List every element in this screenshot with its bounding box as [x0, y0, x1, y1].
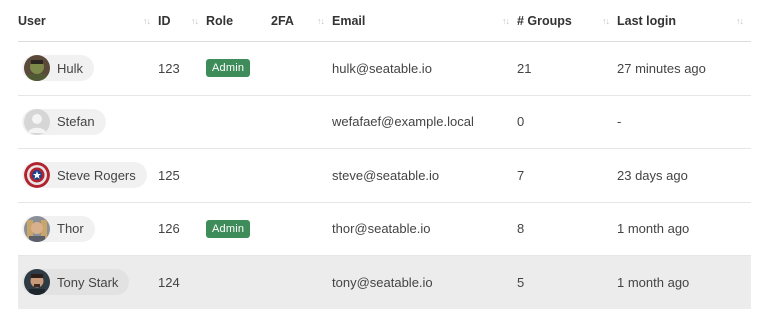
table-header: User ↑↓ ID ↑↓ Role 2FA ↑↓ Email ↑↓ # Gro… — [18, 0, 751, 42]
user-cell: Stefan — [18, 96, 158, 149]
user-name: Thor — [57, 221, 84, 237]
email-cell: steve@seatable.io — [332, 167, 440, 183]
id-cell — [158, 96, 206, 149]
column-header-role[interactable]: Role — [206, 0, 271, 41]
id-cell: 125 — [158, 167, 180, 183]
role-cell — [206, 96, 271, 149]
role-cell: Admin — [206, 203, 271, 256]
hulk-avatar-icon — [24, 55, 50, 82]
user-chip[interactable]: Stefan — [22, 108, 106, 135]
sort-icon[interactable]: ↑↓ — [317, 16, 325, 26]
sort-icon[interactable]: ↑↓ — [191, 16, 199, 26]
column-header-groups[interactable]: # Groups ↑↓ — [517, 0, 617, 41]
column-header-email-label: Email — [332, 13, 366, 28]
column-header-email[interactable]: Email ↑↓ — [332, 0, 517, 41]
email-cell: thor@seatable.io — [332, 221, 431, 237]
user-chip[interactable]: Hulk — [22, 55, 95, 82]
column-header-groups-label: # Groups — [517, 13, 572, 28]
table-row[interactable]: Tony Stark 124 tony@seatable.io 5 1 mont… — [18, 256, 751, 309]
user-chip[interactable]: Steve Rogers — [22, 162, 147, 189]
user-cell: Thor — [18, 203, 158, 256]
user-cell: Tony Stark — [18, 256, 158, 309]
user-name: Tony Stark — [57, 274, 119, 290]
email-cell: wefafaef@example.local — [332, 114, 474, 130]
last-login-cell: 1 month ago — [617, 274, 690, 290]
table-row[interactable]: Steve Rogers 125 steve@seatable.io 7 23 … — [18, 149, 751, 203]
thor-avatar-icon — [24, 215, 50, 242]
user-name: Stefan — [57, 114, 95, 130]
groups-cell: 21 — [517, 60, 532, 76]
twofa-cell — [271, 203, 332, 256]
captain-shield-avatar-icon — [24, 162, 50, 189]
user-chip[interactable]: Tony Stark — [22, 269, 130, 296]
column-header-last-login-label: Last login — [617, 13, 677, 28]
table-row[interactable]: Stefan wefafaef@example.local 0 - — [18, 96, 751, 149]
column-header-2fa-label: 2FA — [271, 13, 294, 28]
role-cell — [206, 256, 271, 309]
groups-cell: 0 — [517, 114, 525, 130]
column-header-last-login[interactable]: Last login ↑↓ — [617, 0, 751, 41]
twofa-cell — [271, 149, 332, 202]
last-login-cell: 23 days ago — [617, 167, 688, 183]
admin-badge: Admin — [206, 219, 251, 238]
user-name: Hulk — [57, 60, 84, 76]
admin-badge: Admin — [206, 59, 251, 78]
sort-icon[interactable]: ↑↓ — [502, 16, 510, 26]
sort-icon[interactable]: ↑↓ — [602, 16, 610, 26]
user-cell: Steve Rogers — [18, 149, 158, 202]
tony-stark-avatar-icon — [24, 269, 50, 296]
column-header-2fa[interactable]: 2FA ↑↓ — [271, 0, 332, 41]
role-cell: Admin — [206, 42, 271, 95]
twofa-cell — [271, 96, 332, 149]
sort-icon[interactable]: ↑↓ — [143, 16, 151, 26]
column-header-user-label: User — [18, 13, 46, 28]
column-header-user[interactable]: User ↑↓ — [18, 0, 158, 41]
groups-cell: 8 — [517, 221, 525, 237]
email-cell: hulk@seatable.io — [332, 60, 432, 76]
id-cell: 124 — [158, 274, 180, 290]
last-login-cell: 27 minutes ago — [617, 60, 706, 76]
table-row[interactable]: Hulk 123 Admin hulk@seatable.io 21 27 mi… — [18, 42, 751, 96]
id-cell: 126 — [158, 221, 180, 237]
groups-cell: 5 — [517, 274, 525, 290]
user-cell: Hulk — [18, 42, 158, 95]
sort-icon[interactable]: ↑↓ — [736, 16, 744, 26]
column-header-id-label: ID — [158, 13, 171, 28]
email-cell: tony@seatable.io — [332, 274, 433, 290]
table-row[interactable]: Thor 126 Admin thor@seatable.io 8 1 mont… — [18, 203, 751, 256]
last-login-cell: 1 month ago — [617, 221, 690, 237]
twofa-cell — [271, 42, 332, 95]
users-table: User ↑↓ ID ↑↓ Role 2FA ↑↓ Email ↑↓ # Gro… — [18, 0, 751, 309]
id-cell: 123 — [158, 60, 180, 76]
column-header-role-label: Role — [206, 13, 234, 28]
default-avatar-icon — [24, 108, 50, 135]
last-login-cell: - — [617, 114, 622, 130]
column-header-id[interactable]: ID ↑↓ — [158, 0, 206, 41]
role-cell — [206, 149, 271, 202]
groups-cell: 7 — [517, 167, 525, 183]
twofa-cell — [271, 256, 332, 309]
user-name: Steve Rogers — [57, 167, 136, 183]
user-chip[interactable]: Thor — [22, 215, 95, 242]
